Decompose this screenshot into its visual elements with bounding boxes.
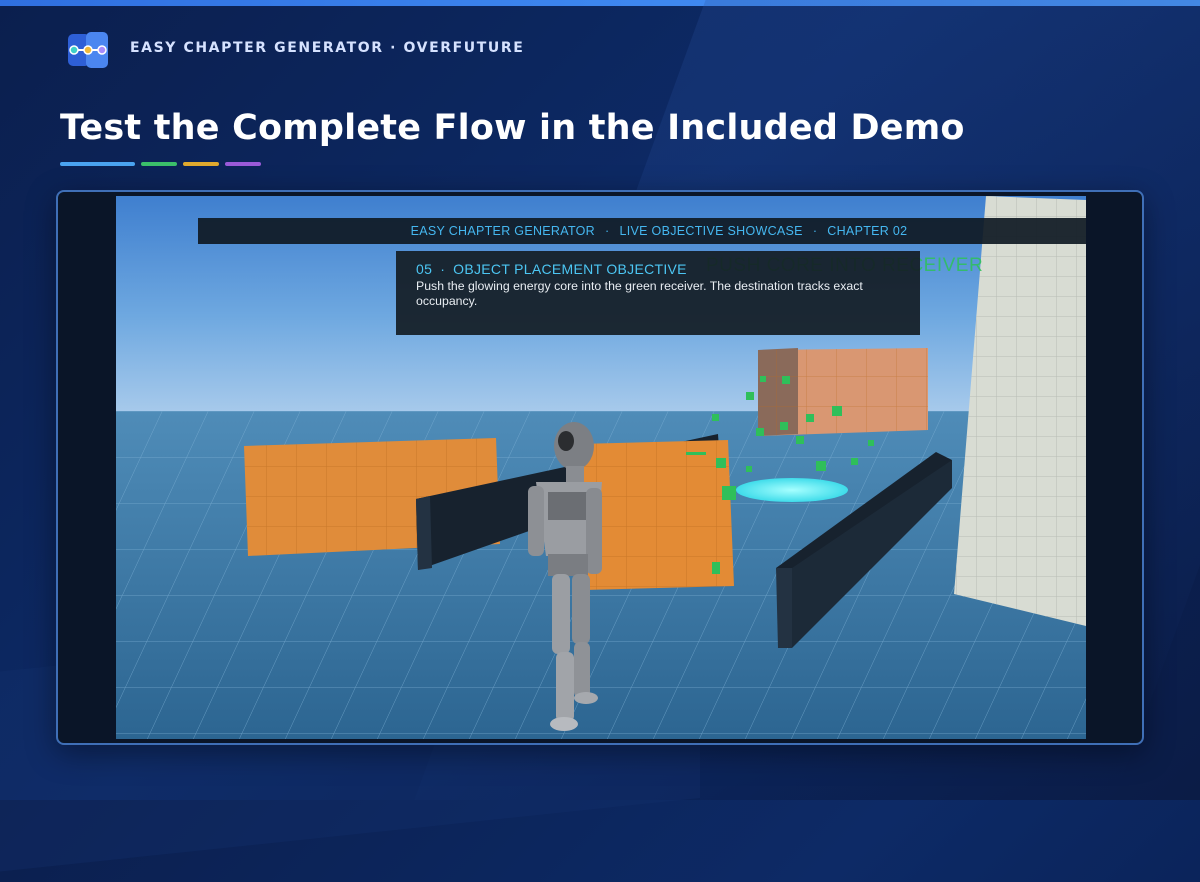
hud-header-bar: EASY CHAPTER GENERATOR · LIVE OBJECTIVE … [198, 218, 1086, 244]
hud-item-product: EASY CHAPTER GENERATOR [410, 224, 596, 238]
hud-item-showcase: LIVE OBJECTIVE SHOWCASE [619, 224, 803, 238]
objective-separator: · [440, 261, 446, 277]
underline-purple [225, 162, 261, 166]
page-title: Test the Complete Flow in the Included D… [60, 108, 965, 148]
demo-screenshot-frame: PUSH CORE INTO RECEIVER EASY CHAPTER GEN… [56, 190, 1144, 745]
underline-green [141, 162, 177, 166]
underline-blue [60, 162, 135, 166]
objective-panel: 05 · OBJECT PLACEMENT OBJECTIVE Push the… [396, 251, 920, 335]
objective-header: 05 · OBJECT PLACEMENT OBJECTIVE [416, 261, 687, 277]
hud-item-chapter: CHAPTER 02 [827, 224, 908, 238]
hud-separator: · [605, 224, 610, 238]
brand-name: EASY CHAPTER GENERATOR · OVERFUTURE [130, 40, 525, 56]
objective-title: OBJECT PLACEMENT OBJECTIVE [453, 261, 687, 277]
chapter-nodes-logo-icon [68, 32, 108, 68]
game-viewport[interactable]: PUSH CORE INTO RECEIVER EASY CHAPTER GEN… [116, 196, 1086, 739]
underline-yellow [183, 162, 219, 166]
objective-description: Push the glowing energy core into the gr… [416, 279, 863, 308]
hud-separator: · [812, 224, 818, 238]
green-receiver-glow [736, 478, 848, 502]
objective-number: 05 [416, 261, 433, 277]
